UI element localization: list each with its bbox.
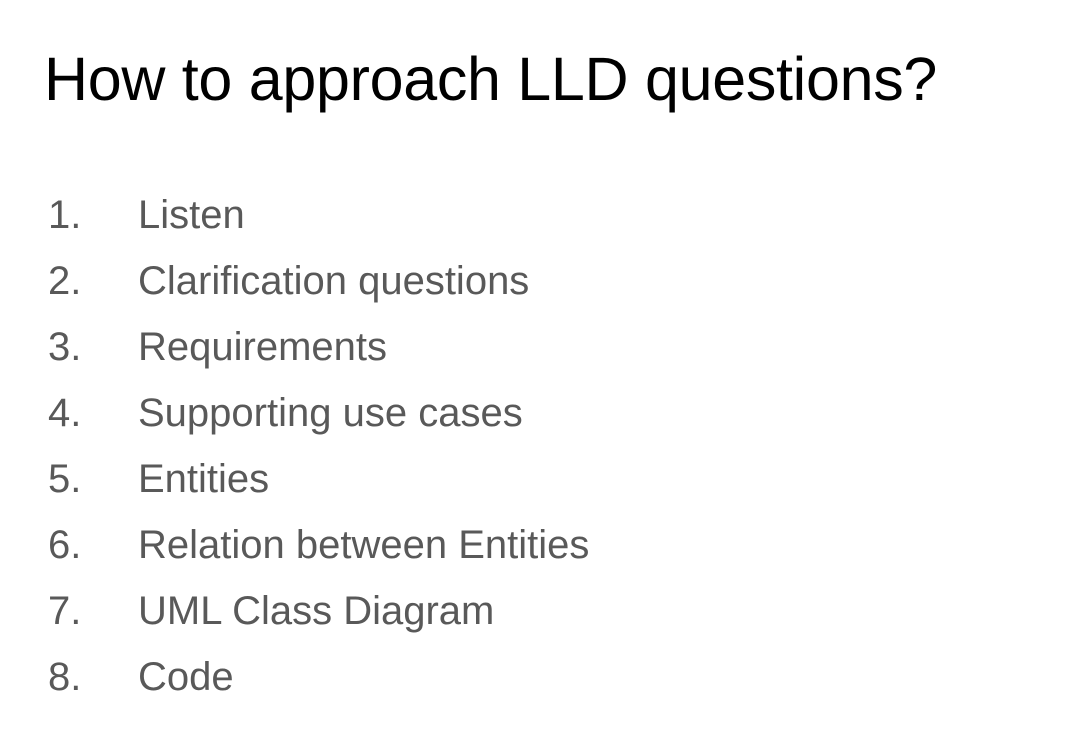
step-number: 5. [48,457,82,501]
step-text: Relation between Entities [138,523,590,567]
list-item: 1. Listen [48,182,589,248]
step-text: Entities [138,457,270,501]
step-number: 8. [48,655,82,699]
slide-title: How to approach LLD questions? [44,45,938,113]
list-item: 4. Supporting use cases [48,380,589,446]
step-number: 6. [48,523,82,567]
list-item: 3. Requirements [48,314,589,380]
step-text: Code [138,655,234,699]
step-text: Listen [138,193,245,237]
step-text: UML Class Diagram [138,589,495,633]
list-item: 8. Code [48,644,589,710]
list-item: 5. Entities [48,446,589,512]
slide: How to approach LLD questions? 1. Listen… [0,0,1079,754]
step-text: Supporting use cases [138,391,523,435]
step-number: 2. [48,259,82,303]
list-item: 2. Clarification questions [48,248,589,314]
step-text: Clarification questions [138,259,530,303]
step-number: 1. [48,193,82,237]
steps-list: 1. Listen 2. Clarification questions 3. … [48,182,589,710]
list-item: 6. Relation between Entities [48,512,589,578]
step-number: 4. [48,391,82,435]
step-text: Requirements [138,325,388,369]
step-number: 3. [48,325,82,369]
list-item: 7. UML Class Diagram [48,578,589,644]
step-number: 7. [48,589,82,633]
